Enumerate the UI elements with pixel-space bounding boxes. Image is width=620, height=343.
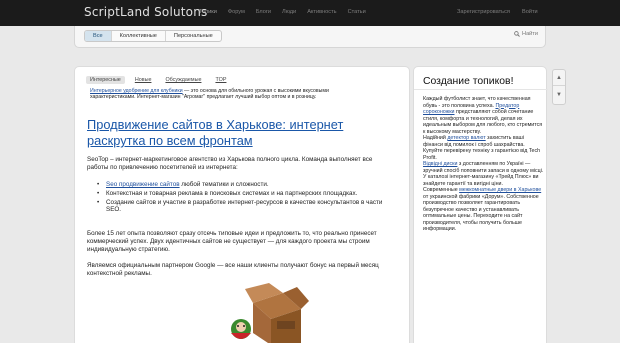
scroll-control: ▲ ▼ — [552, 69, 566, 105]
sidebar-title: Создание топиков! — [423, 76, 514, 87]
sidebar-text-chunk: Надійний — [423, 135, 448, 141]
filter-bar: Все Коллективные Персональные Найти — [74, 26, 546, 48]
nav-blogs[interactable]: Блоги — [256, 9, 271, 15]
sidebar: Создание топиков! Каждый футболист знает… — [413, 66, 548, 343]
list-item-text: Контекстная и товарная реклама в поисков… — [106, 189, 358, 197]
main-nav: Топики Форум Блоги Люди Активность Стать… — [199, 9, 377, 15]
scroll-down-button[interactable]: ▼ — [553, 87, 565, 103]
list-item-text: Создание сайтов и участие в разработке и… — [106, 198, 383, 214]
scroll-up-button[interactable]: ▲ — [553, 70, 565, 86]
nav-articles[interactable]: Статьи — [348, 9, 366, 15]
topic-title[interactable]: Продвижение сайтов в Харькове: интернет … — [87, 117, 405, 149]
nav-people[interactable]: Люди — [282, 9, 296, 15]
sidebar-text-chunk: от украинской фабрики «Дорум». Собственн… — [423, 193, 539, 233]
nav-topics[interactable]: Топики — [199, 9, 217, 15]
sidebar-text-chunk: Современные — [423, 187, 460, 193]
seo-link[interactable]: Seo продвижение сайтов — [106, 181, 180, 188]
search-label: Найти — [522, 31, 538, 37]
filter-collective[interactable]: Коллективные — [110, 31, 165, 41]
sidebar-link[interactable]: Відвідні диски — [423, 161, 457, 167]
mascot-illustration — [231, 283, 309, 343]
filter-all[interactable]: Все — [85, 31, 111, 41]
topic-paragraph: Являемся официальным партнером Google — … — [87, 262, 379, 277]
divider — [414, 89, 548, 90]
nav-forum[interactable]: Форум — [228, 9, 245, 15]
filter-personal[interactable]: Персональные — [164, 31, 221, 41]
list-item: Seo продвижение сайтов любой тематики и … — [87, 181, 393, 189]
topic-tabs: Интересные Новые Обсуждаемые TOP — [86, 76, 236, 84]
register-link[interactable]: Зарегистрироваться — [457, 9, 510, 15]
topic-intro: SeoTop – интернет-маркетинговое агентств… — [87, 156, 373, 171]
search-button[interactable]: Найти — [514, 31, 538, 37]
ad-block: Интерьерное удобрение для клубники — это… — [90, 88, 370, 101]
services-list: Seo продвижение сайтов любой тематики и … — [87, 181, 393, 215]
tab-new[interactable]: Новые — [131, 76, 156, 84]
list-item: Контекстная и товарная реклама в поисков… — [87, 190, 393, 198]
topic-paragraph: Более 15 лет опыта позволяют сразу отсеч… — [87, 230, 377, 253]
tab-top[interactable]: TOP — [211, 76, 230, 84]
top-bar: ScriptLand Solutons Топики Форум Блоги Л… — [0, 0, 620, 26]
filter-pills: Все Коллективные Персональные — [84, 30, 222, 42]
list-item-text: любой тематики и сложности. — [179, 181, 269, 188]
main-content: Интересные Новые Обсуждаемые TOP Интерье… — [74, 66, 410, 343]
sidebar-link[interactable]: детектор валют — [447, 135, 485, 141]
site-logo[interactable]: ScriptLand Solutons — [84, 5, 207, 19]
sidebar-text: Каждый футболист знает, что качественная… — [423, 96, 544, 233]
login-link[interactable]: Войти — [522, 9, 538, 15]
sidebar-link[interactable]: межкомнатные двери в Харькове — [459, 187, 541, 193]
nav-activity[interactable]: Активность — [307, 9, 336, 15]
search-icon — [514, 31, 520, 37]
list-item: Создание сайтов и участие в разработке и… — [87, 199, 393, 215]
tab-interesting[interactable]: Интересные — [86, 76, 125, 84]
tab-discussed[interactable]: Обсуждаемые — [161, 76, 205, 84]
